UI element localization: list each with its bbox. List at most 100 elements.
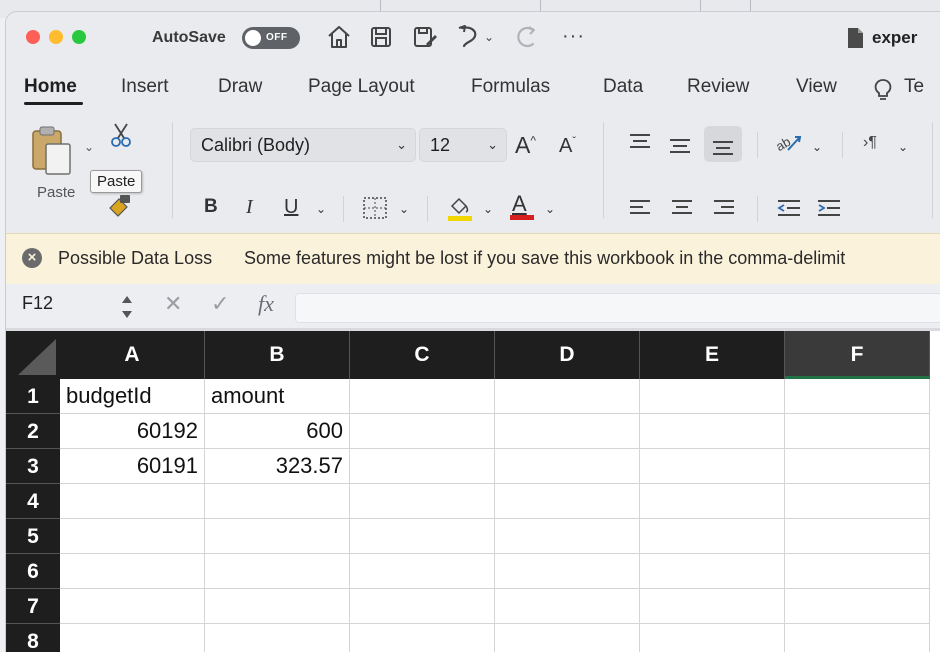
align-bottom-button[interactable]: [704, 126, 742, 162]
orientation-icon[interactable]: ab: [774, 132, 802, 156]
increase-indent-icon[interactable]: [816, 198, 842, 218]
tab-draw[interactable]: Draw: [218, 76, 262, 98]
home-icon[interactable]: [326, 24, 352, 50]
cell-c5[interactable]: [350, 519, 495, 554]
cell-f3[interactable]: [785, 449, 930, 484]
cell-e6[interactable]: [640, 554, 785, 589]
select-all-corner[interactable]: [6, 331, 60, 379]
cell-a2[interactable]: 60192: [60, 414, 205, 449]
cell-a1[interactable]: budgetId: [60, 379, 205, 414]
tab-tell-me[interactable]: Te: [904, 76, 924, 98]
column-header-e[interactable]: E: [640, 331, 785, 379]
borders-icon[interactable]: [362, 196, 388, 220]
cell-f6[interactable]: [785, 554, 930, 589]
row-header-3[interactable]: 3: [6, 449, 60, 484]
decrease-indent-icon[interactable]: [776, 198, 802, 218]
tab-review[interactable]: Review: [687, 76, 749, 98]
tab-formulas[interactable]: Formulas: [471, 76, 550, 98]
row-header-1[interactable]: 1: [6, 379, 60, 414]
cell-f1[interactable]: [785, 379, 930, 414]
cell-c1[interactable]: [350, 379, 495, 414]
column-header-b[interactable]: B: [205, 331, 350, 379]
cell-e4[interactable]: [640, 484, 785, 519]
italic-button[interactable]: I: [246, 196, 253, 219]
align-top-icon[interactable]: [628, 132, 652, 152]
text-direction-chevron-icon[interactable]: ⌄: [898, 140, 908, 154]
cell-f2[interactable]: [785, 414, 930, 449]
format-painter-icon[interactable]: [106, 194, 132, 218]
decrease-font-size-button[interactable]: Aˇ: [559, 135, 576, 158]
cell-a8[interactable]: [60, 624, 205, 652]
font-color-button[interactable]: A: [508, 190, 536, 220]
autosave-toggle[interactable]: OFF: [242, 27, 300, 49]
cell-f5[interactable]: [785, 519, 930, 554]
fill-color-chevron-icon[interactable]: ⌄: [483, 202, 493, 216]
cell-b6[interactable]: [205, 554, 350, 589]
cell-b7[interactable]: [205, 589, 350, 624]
tab-insert[interactable]: Insert: [121, 76, 169, 98]
cell-e3[interactable]: [640, 449, 785, 484]
cell-a4[interactable]: [60, 484, 205, 519]
enter-icon[interactable]: ✓: [211, 291, 229, 317]
orientation-chevron-icon[interactable]: ⌄: [812, 140, 822, 154]
cell-c6[interactable]: [350, 554, 495, 589]
cell-b5[interactable]: [205, 519, 350, 554]
increase-font-size-button[interactable]: A^: [515, 132, 536, 159]
row-header-4[interactable]: 4: [6, 484, 60, 519]
cell-d3[interactable]: [495, 449, 640, 484]
zoom-window-button[interactable]: [72, 30, 86, 44]
formula-input[interactable]: [295, 293, 940, 323]
redo-icon[interactable]: [513, 24, 539, 50]
cell-a7[interactable]: [60, 589, 205, 624]
cell-d7[interactable]: [495, 589, 640, 624]
row-header-2[interactable]: 2: [6, 414, 60, 449]
paste-label[interactable]: Paste: [37, 184, 75, 201]
cell-c4[interactable]: [350, 484, 495, 519]
undo-dropdown-chevron-icon[interactable]: ⌄: [484, 30, 494, 44]
cut-icon[interactable]: [110, 122, 132, 148]
cell-d6[interactable]: [495, 554, 640, 589]
cell-d5[interactable]: [495, 519, 640, 554]
tab-view[interactable]: View: [796, 76, 837, 98]
save-icon[interactable]: [368, 24, 394, 50]
tab-page-layout[interactable]: Page Layout: [308, 76, 415, 98]
row-header-6[interactable]: 6: [6, 554, 60, 589]
font-color-chevron-icon[interactable]: ⌄: [545, 202, 555, 216]
cell-a6[interactable]: [60, 554, 205, 589]
column-header-c[interactable]: C: [350, 331, 495, 379]
more-icon[interactable]: ···: [562, 25, 585, 48]
cell-b1[interactable]: amount: [205, 379, 350, 414]
name-box[interactable]: F12: [22, 293, 53, 314]
cell-a5[interactable]: [60, 519, 205, 554]
close-window-button[interactable]: [26, 30, 40, 44]
cell-e7[interactable]: [640, 589, 785, 624]
cell-b3[interactable]: 323.57: [205, 449, 350, 484]
text-direction-icon[interactable]: ›¶: [863, 134, 877, 152]
align-right-icon[interactable]: [712, 198, 736, 218]
cell-f7[interactable]: [785, 589, 930, 624]
row-header-8[interactable]: 8: [6, 624, 60, 652]
cell-e8[interactable]: [640, 624, 785, 652]
clipboard-icon[interactable]: [30, 126, 76, 176]
row-header-5[interactable]: 5: [6, 519, 60, 554]
align-center-icon[interactable]: [670, 198, 694, 218]
cell-f8[interactable]: [785, 624, 930, 652]
cell-a3[interactable]: 60191: [60, 449, 205, 484]
underline-chevron-icon[interactable]: ⌄: [316, 202, 326, 216]
cell-d4[interactable]: [495, 484, 640, 519]
borders-chevron-icon[interactable]: ⌄: [399, 202, 409, 216]
paste-chevron-icon[interactable]: ⌄: [84, 140, 94, 154]
bold-button[interactable]: B: [204, 196, 218, 218]
cell-d2[interactable]: [495, 414, 640, 449]
cell-c8[interactable]: [350, 624, 495, 652]
row-header-7[interactable]: 7: [6, 589, 60, 624]
font-size-combo[interactable]: 12 ⌄: [419, 128, 507, 162]
align-left-icon[interactable]: [628, 198, 652, 218]
cell-e5[interactable]: [640, 519, 785, 554]
cell-b8[interactable]: [205, 624, 350, 652]
fill-color-icon[interactable]: [446, 194, 474, 222]
undo-icon[interactable]: [456, 24, 482, 50]
cell-e1[interactable]: [640, 379, 785, 414]
lightbulb-icon[interactable]: [874, 78, 892, 102]
column-header-f[interactable]: F: [785, 331, 930, 379]
